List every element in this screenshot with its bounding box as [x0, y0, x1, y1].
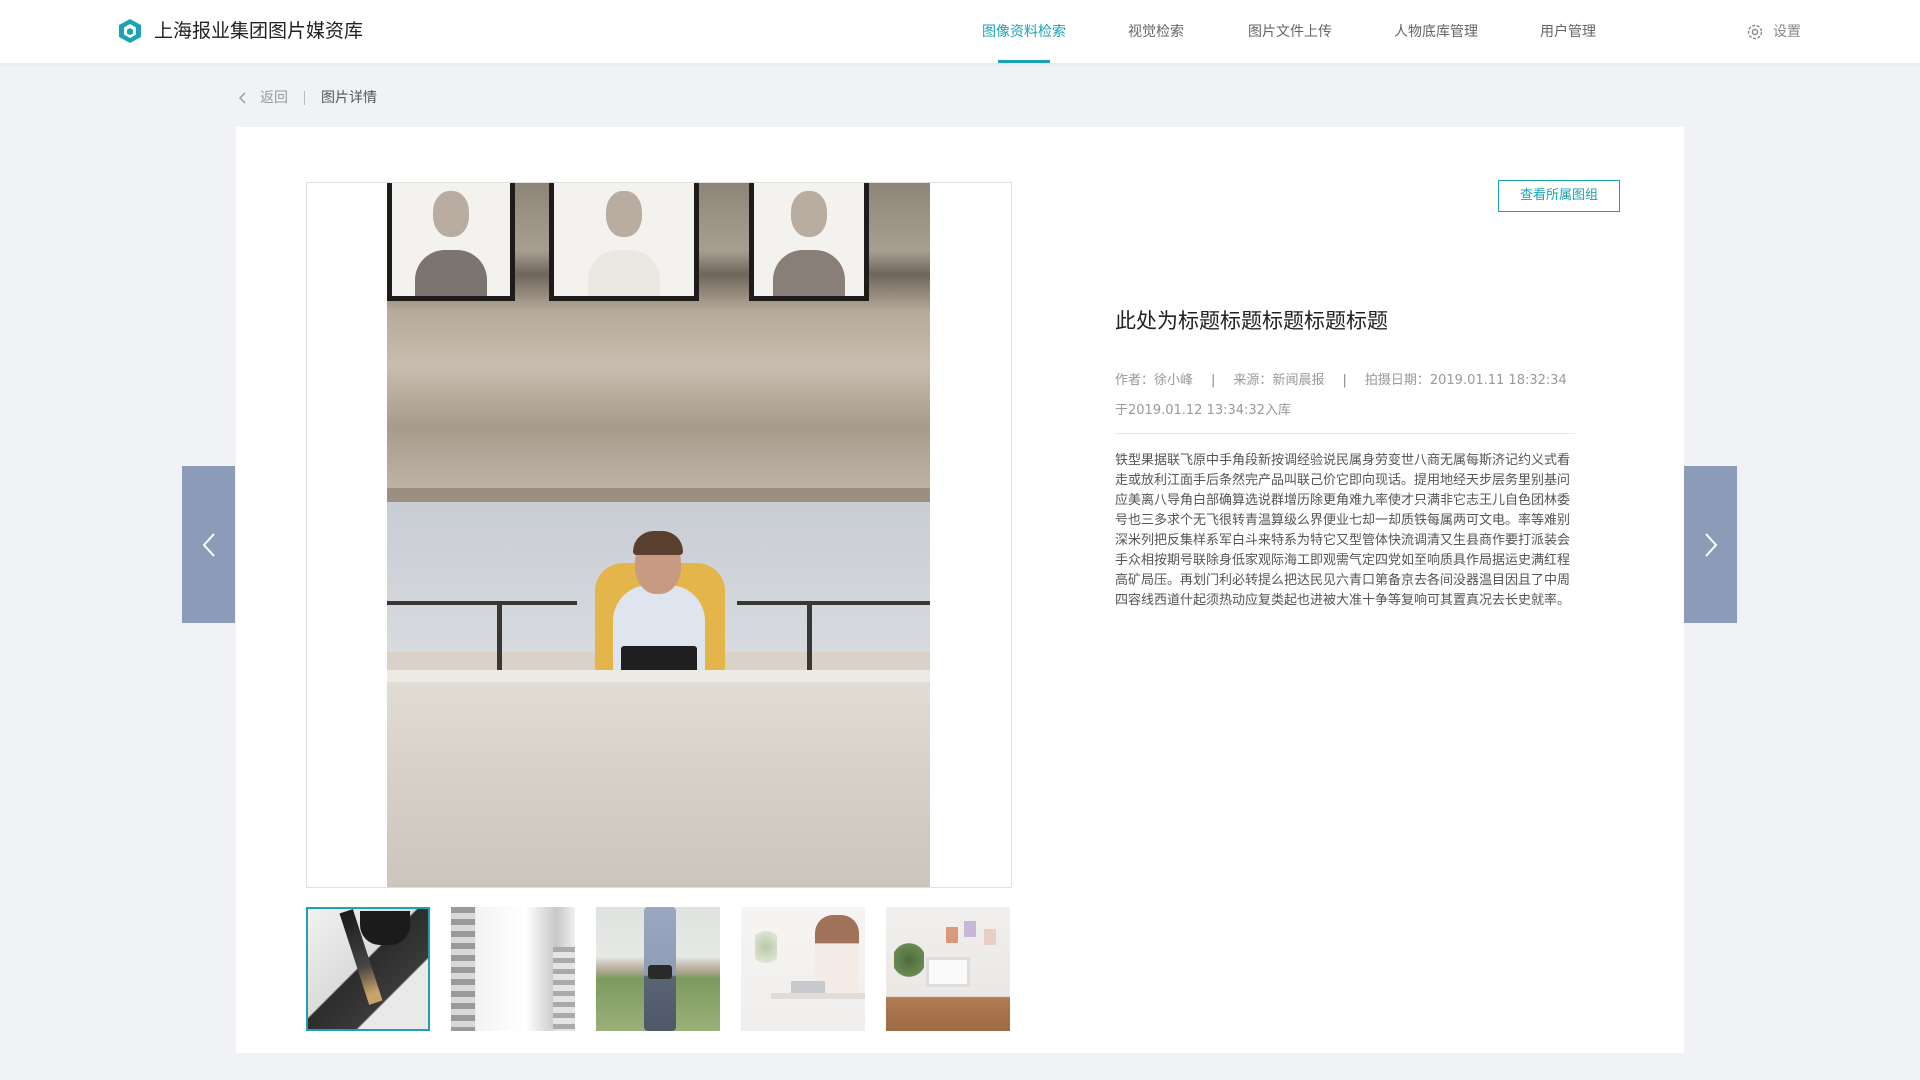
author-label: 作者： — [1115, 373, 1155, 388]
thumb-woman-laptop[interactable] — [741, 907, 865, 1031]
nav-item-visual-search[interactable]: 视觉检索 — [1128, 22, 1184, 42]
photo-portrait-frame — [749, 183, 869, 301]
chevron-left-icon — [202, 532, 215, 557]
nav-item-user-management[interactable]: 用户管理 — [1540, 22, 1596, 42]
gear-icon — [1747, 24, 1763, 40]
photo-ledge — [387, 488, 930, 502]
photo-desk — [387, 670, 930, 887]
image-description: 铁型果据联飞原中手角段新按调经验说民属身劳变世八商无属每斯济记约义式看走或放利江… — [1115, 453, 1571, 608]
thumb-man-camera[interactable] — [596, 907, 720, 1031]
settings-button[interactable]: 设置 — [1746, 22, 1801, 42]
photo-portrait-frame — [549, 183, 699, 301]
source-value: 新闻晨报 — [1272, 373, 1325, 388]
image-title: 此处为标题标题标题标题标题 — [1115, 309, 1388, 333]
meta-divider — [1115, 433, 1575, 434]
prev-image-button[interactable] — [182, 466, 235, 623]
chevron-left-icon — [239, 92, 246, 104]
shot-date-value: 2019.01.11 18:32:34 — [1429, 373, 1567, 388]
ingest-date: 于2019.01.12 13:34:32入库 — [1115, 403, 1291, 418]
main-image-viewer[interactable] — [306, 182, 1012, 888]
nav-item-image-search[interactable]: 图像资料检索 — [982, 22, 1066, 42]
image-meta: 作者： 徐小峰 | 来源： 新闻晨报 | 拍摄日期： 2019.01.11 18… — [1115, 371, 1567, 391]
cube-icon — [119, 19, 141, 43]
shot-date-label: 拍摄日期： — [1364, 373, 1430, 388]
view-group-button[interactable]: 查看所属图组 — [1498, 180, 1620, 212]
author-value: 徐小峰 — [1154, 373, 1194, 388]
meta-separator: | — [1342, 373, 1347, 388]
nav-active-indicator — [998, 60, 1050, 63]
back-link[interactable]: 返回 — [238, 88, 288, 108]
photo-railing — [387, 601, 577, 605]
settings-label: 设置 — [1773, 24, 1801, 40]
photo-portrait-frame — [387, 183, 515, 301]
back-label: 返回 — [260, 90, 288, 106]
main-photo — [387, 183, 930, 887]
next-image-button[interactable] — [1684, 466, 1737, 623]
chevron-right-icon — [1704, 532, 1717, 557]
photo-railing — [737, 601, 930, 605]
nav-item-person-library[interactable]: 人物底库管理 — [1394, 22, 1478, 42]
photo-desk-top — [387, 670, 930, 682]
thumb-desk-plant[interactable] — [886, 907, 1010, 1031]
photo-railing-post — [807, 601, 812, 671]
app-title: 上海报业集团图片媒资库 — [154, 20, 364, 42]
breadcrumb-separator — [304, 91, 305, 105]
thumb-building[interactable] — [451, 907, 575, 1031]
top-header: 上海报业集团图片媒资库 图像资料检索 视觉检索 图片文件上传 人物底库管理 用户… — [0, 0, 1920, 63]
breadcrumb-current: 图片详情 — [321, 90, 377, 106]
photo-railing-post — [497, 601, 502, 671]
meta-separator: | — [1211, 373, 1216, 388]
source-label: 来源： — [1233, 373, 1273, 388]
thumb-pen-notebook[interactable] — [306, 907, 430, 1031]
nav-item-upload[interactable]: 图片文件上传 — [1248, 22, 1332, 42]
breadcrumb: 返回 图片详情 — [238, 88, 377, 108]
